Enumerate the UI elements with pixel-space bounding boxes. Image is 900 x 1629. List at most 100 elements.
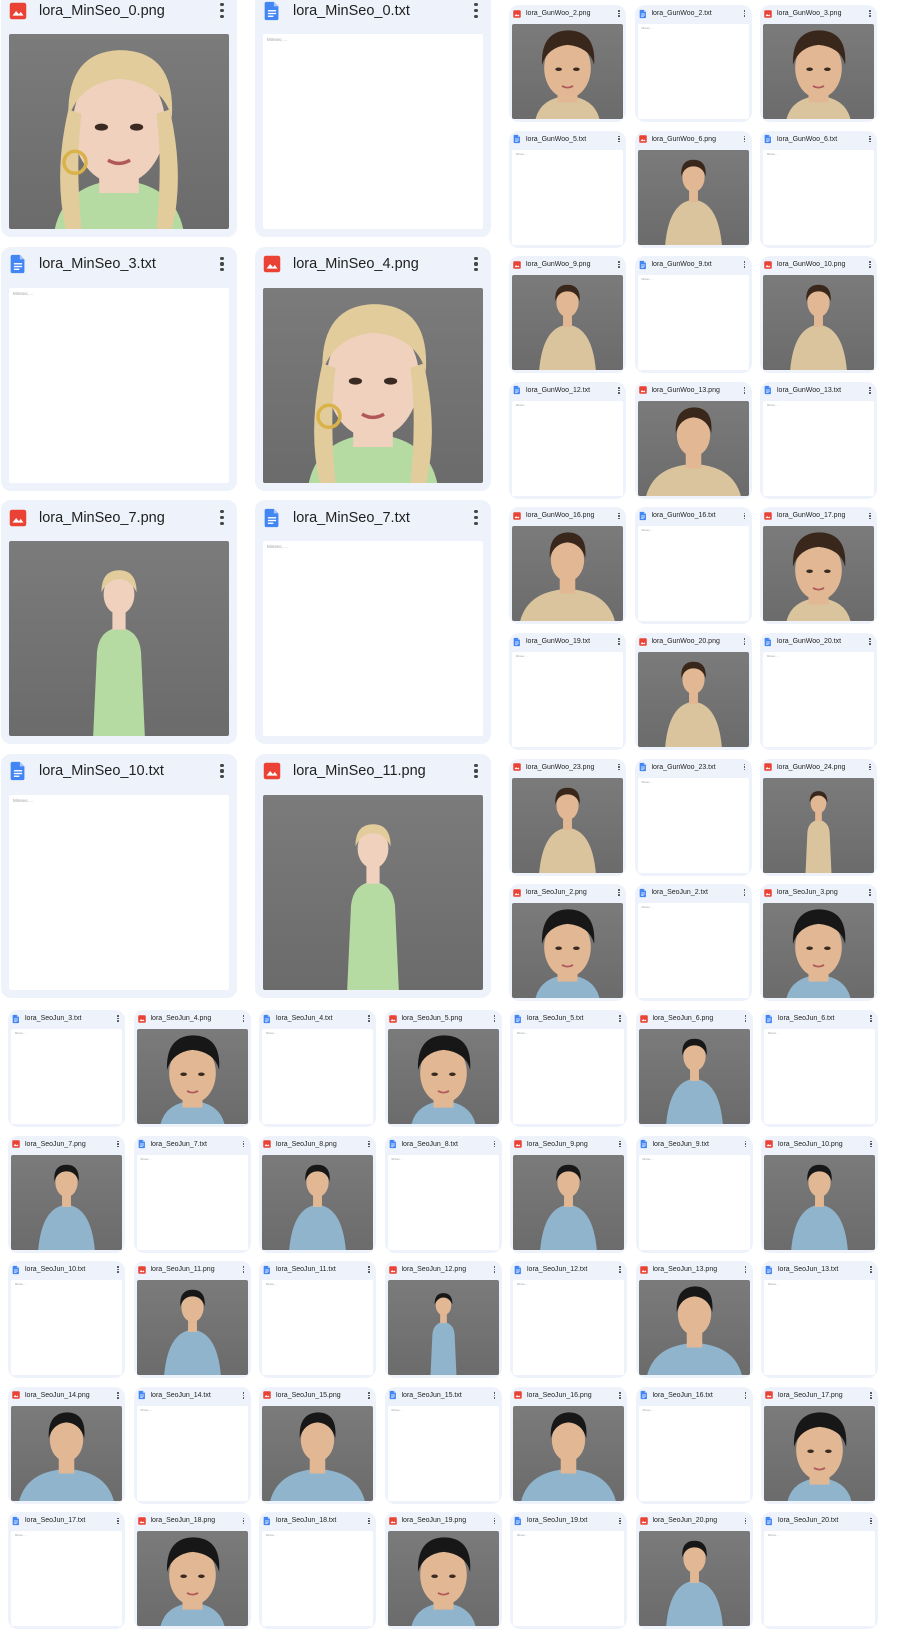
file-card-lora-gunwoo-9-txt[interactable]: lora_GunWoo_9.txt Minseo, ... [634, 256, 752, 374]
image-preview[interactable] [513, 1154, 624, 1250]
image-preview[interactable] [9, 541, 229, 736]
more-vert-icon[interactable] [465, 760, 487, 782]
image-preview[interactable] [512, 903, 623, 999]
doc-preview[interactable]: Minseo, ... [764, 1280, 875, 1376]
more-vert-icon[interactable] [865, 134, 875, 144]
file-card-lora-seojun-19-txt[interactable]: lora_SeoJun_19.txt Minseo, ... [510, 1512, 627, 1629]
more-vert-icon[interactable] [615, 1014, 625, 1024]
more-vert-icon[interactable] [865, 260, 875, 270]
file-card-lora-seojun-2-png[interactable]: lora_SeoJun_2.png [509, 884, 626, 1002]
more-vert-icon[interactable] [740, 762, 750, 772]
doc-preview[interactable]: Minseo, ... [513, 1029, 624, 1124]
doc-preview[interactable]: Minseo, ... [637, 903, 749, 999]
more-vert-icon[interactable] [465, 0, 487, 22]
more-vert-icon[interactable] [614, 888, 624, 898]
more-vert-icon[interactable] [113, 1265, 123, 1275]
image-preview[interactable] [136, 1531, 248, 1627]
file-card-lora-minseo-0-png[interactable]: lora_MinSeo_0.png [1, 0, 237, 237]
doc-preview[interactable]: Minseo, ... [387, 1154, 499, 1250]
more-vert-icon[interactable] [364, 1265, 374, 1275]
doc-preview[interactable]: Minseo, ... [512, 149, 623, 245]
more-vert-icon[interactable] [490, 1390, 500, 1400]
more-vert-icon[interactable] [741, 1139, 751, 1149]
doc-preview[interactable]: Minseo, ... [637, 777, 749, 873]
more-vert-icon[interactable] [614, 762, 624, 772]
more-vert-icon[interactable] [615, 1390, 625, 1400]
file-card-lora-gunwoo-5-txt[interactable]: lora_GunWoo_5.txt Minseo, ... [509, 130, 626, 248]
file-card-lora-seojun-17-png[interactable]: lora_SeoJun_17.png [761, 1386, 878, 1504]
file-card-lora-gunwoo-16-txt[interactable]: lora_GunWoo_16.txt Minseo, ... [634, 507, 752, 625]
more-vert-icon[interactable] [740, 637, 750, 647]
image-preview[interactable] [638, 1531, 750, 1627]
file-card-lora-gunwoo-12-txt[interactable]: lora_GunWoo_12.txt Minseo, ... [509, 381, 626, 499]
file-card-lora-seojun-8-txt[interactable]: lora_SeoJun_8.txt Minseo, ... [384, 1135, 502, 1253]
more-vert-icon[interactable] [615, 1139, 625, 1149]
image-preview[interactable] [764, 1154, 875, 1250]
more-vert-icon[interactable] [239, 1390, 249, 1400]
more-vert-icon[interactable] [740, 511, 750, 521]
file-card-lora-gunwoo-6-txt[interactable]: lora_GunWoo_6.txt Minseo, ... [760, 130, 877, 248]
doc-preview[interactable]: Minseo, ... [637, 526, 749, 622]
file-card-lora-gunwoo-3-png[interactable]: lora_GunWoo_3.png [760, 5, 877, 122]
doc-preview[interactable]: Minseo, ... [262, 1029, 373, 1124]
doc-preview[interactable]: Minseo, ... [512, 652, 623, 747]
file-card-lora-gunwoo-19-txt[interactable]: lora_GunWoo_19.txt Minseo, ... [509, 633, 626, 750]
file-card-lora-seojun-19-png[interactable]: lora_SeoJun_19.png [384, 1512, 502, 1629]
file-card-lora-seojun-9-png[interactable]: lora_SeoJun_9.png [510, 1135, 627, 1253]
file-card-lora-minseo-7-png[interactable]: lora_MinSeo_7.png [1, 500, 237, 744]
image-preview[interactable] [136, 1029, 248, 1124]
more-vert-icon[interactable] [866, 1390, 876, 1400]
image-preview[interactable] [763, 526, 874, 622]
more-vert-icon[interactable] [364, 1014, 374, 1024]
file-card-lora-minseo-4-png[interactable]: lora_MinSeo_4.png [255, 246, 491, 491]
more-vert-icon[interactable] [239, 1139, 249, 1149]
more-vert-icon[interactable] [741, 1265, 751, 1275]
doc-preview[interactable]: Minseo, ... [638, 1154, 750, 1250]
more-vert-icon[interactable] [239, 1014, 249, 1024]
file-card-lora-seojun-20-png[interactable]: lora_SeoJun_20.png [635, 1512, 753, 1629]
image-preview[interactable] [763, 275, 874, 371]
file-card-lora-seojun-9-txt[interactable]: lora_SeoJun_9.txt Minseo, ... [635, 1135, 753, 1253]
more-vert-icon[interactable] [614, 260, 624, 270]
doc-preview[interactable]: Minseo, ... [764, 1531, 875, 1627]
doc-preview[interactable]: Minseo, ... [9, 287, 229, 483]
more-vert-icon[interactable] [865, 385, 875, 395]
image-preview[interactable] [11, 1154, 122, 1250]
image-preview[interactable] [262, 1405, 373, 1501]
file-card-lora-minseo-0-txt[interactable]: lora_MinSeo_0.txt Minseo, ... [255, 0, 491, 237]
more-vert-icon[interactable] [866, 1139, 876, 1149]
file-card-lora-seojun-13-png[interactable]: lora_SeoJun_13.png [635, 1261, 753, 1379]
doc-preview[interactable]: Minseo, ... [513, 1280, 624, 1376]
more-vert-icon[interactable] [866, 1516, 876, 1526]
image-preview[interactable] [387, 1531, 499, 1627]
file-card-lora-seojun-18-txt[interactable]: lora_SeoJun_18.txt Minseo, ... [259, 1512, 376, 1629]
more-vert-icon[interactable] [211, 253, 233, 275]
more-vert-icon[interactable] [614, 637, 624, 647]
file-card-lora-seojun-20-txt[interactable]: lora_SeoJun_20.txt Minseo, ... [761, 1512, 878, 1629]
more-vert-icon[interactable] [740, 888, 750, 898]
doc-preview[interactable]: Minseo, ... [763, 400, 874, 496]
file-card-lora-gunwoo-23-png[interactable]: lora_GunWoo_23.png [509, 758, 626, 876]
file-card-lora-seojun-14-png[interactable]: lora_SeoJun_14.png [8, 1386, 125, 1504]
more-vert-icon[interactable] [615, 1516, 625, 1526]
more-vert-icon[interactable] [614, 9, 624, 19]
file-card-lora-seojun-11-txt[interactable]: lora_SeoJun_11.txt Minseo, ... [259, 1261, 376, 1379]
file-card-lora-seojun-6-txt[interactable]: lora_SeoJun_6.txt Minseo, ... [761, 1010, 878, 1127]
more-vert-icon[interactable] [113, 1516, 123, 1526]
doc-preview[interactable]: Minseo, ... [11, 1531, 122, 1627]
more-vert-icon[interactable] [740, 385, 750, 395]
doc-preview[interactable]: Minseo, ... [513, 1531, 624, 1627]
file-card-lora-gunwoo-2-png[interactable]: lora_GunWoo_2.png [509, 5, 626, 122]
file-card-lora-seojun-15-txt[interactable]: lora_SeoJun_15.txt Minseo, ... [384, 1386, 502, 1504]
file-card-lora-seojun-6-png[interactable]: lora_SeoJun_6.png [635, 1010, 753, 1127]
more-vert-icon[interactable] [741, 1014, 751, 1024]
file-card-lora-gunwoo-16-png[interactable]: lora_GunWoo_16.png [509, 507, 626, 625]
more-vert-icon[interactable] [211, 760, 233, 782]
file-card-lora-gunwoo-2-txt[interactable]: lora_GunWoo_2.txt Minseo, ... [634, 5, 752, 122]
file-card-lora-gunwoo-24-png[interactable]: lora_GunWoo_24.png [760, 758, 877, 876]
more-vert-icon[interactable] [364, 1390, 374, 1400]
more-vert-icon[interactable] [740, 9, 750, 19]
file-card-lora-seojun-4-png[interactable]: lora_SeoJun_4.png [133, 1010, 251, 1127]
more-vert-icon[interactable] [490, 1516, 500, 1526]
image-preview[interactable] [136, 1280, 248, 1376]
